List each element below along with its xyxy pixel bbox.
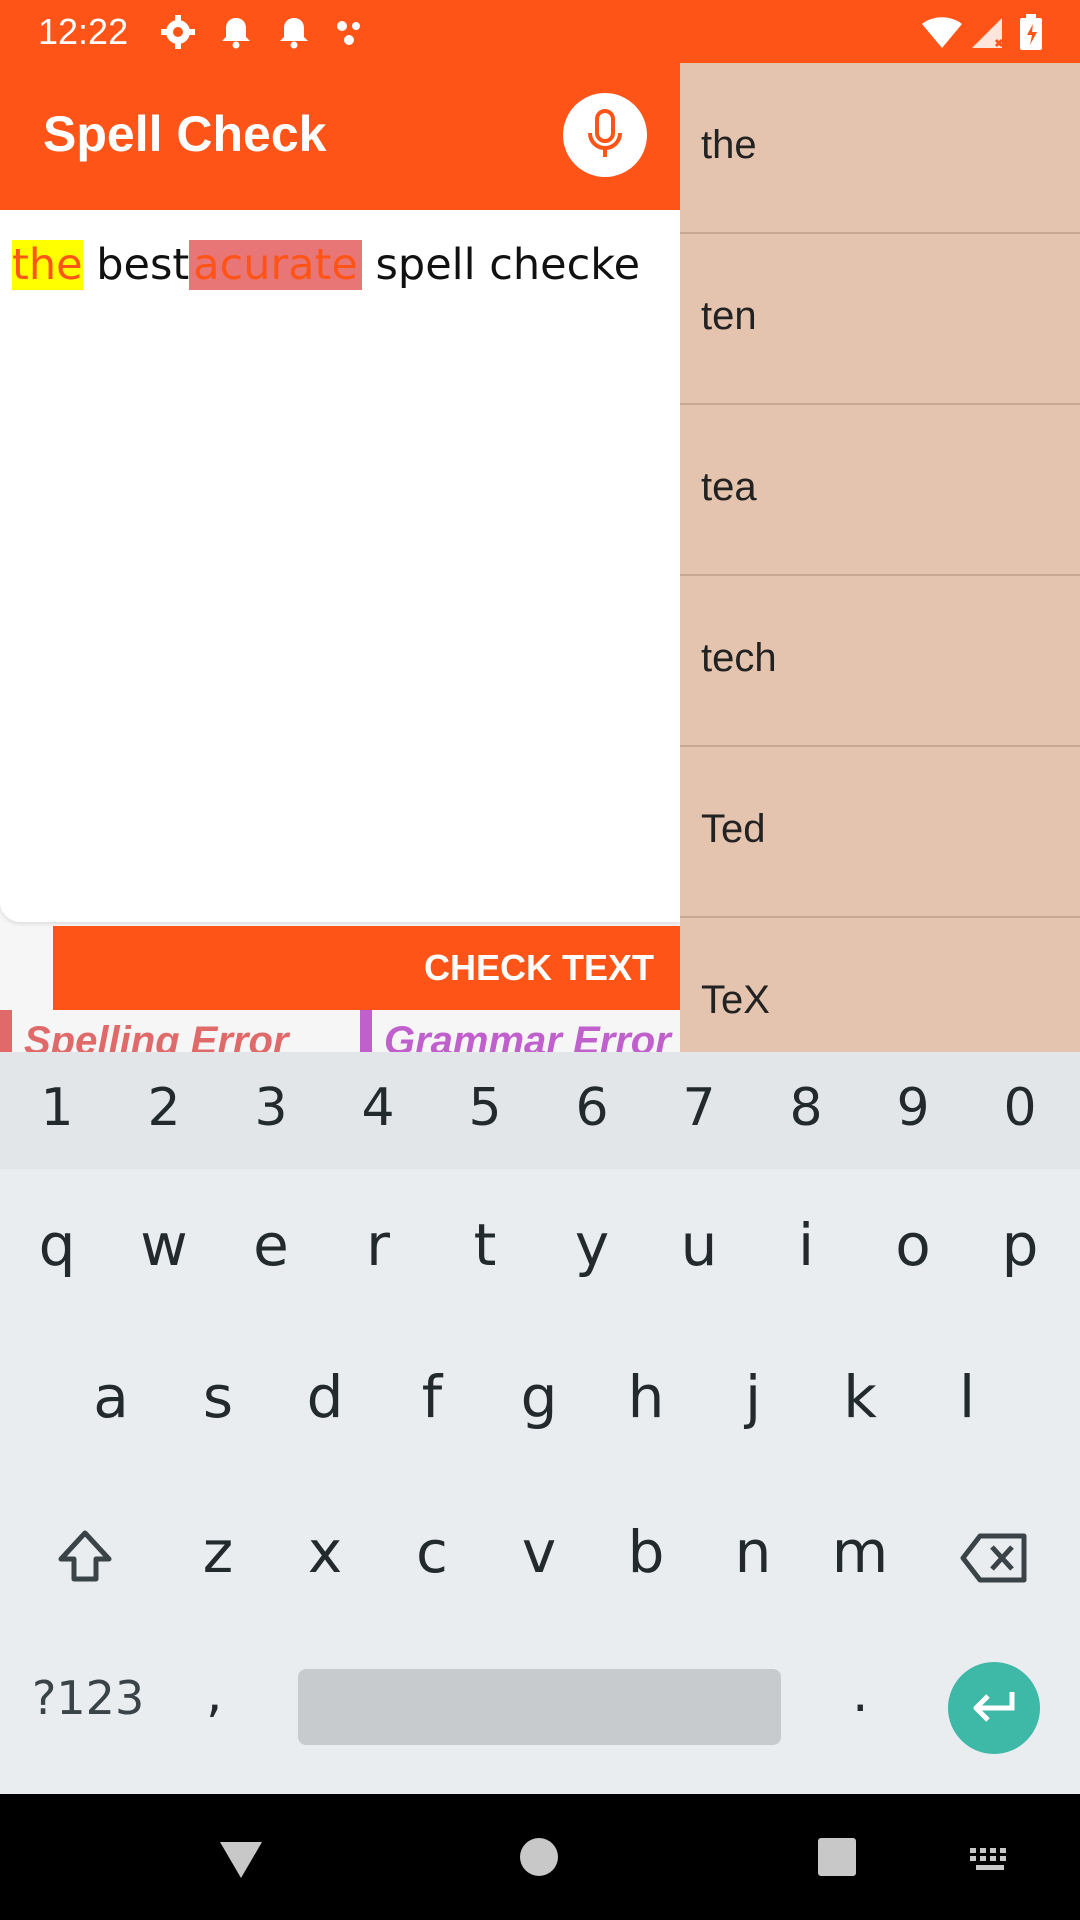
grammar-error-legend: Grammar Error <box>360 1010 680 1052</box>
key-f[interactable]: f <box>392 1362 472 1432</box>
key-d[interactable]: d <box>285 1362 365 1432</box>
suggestion-item[interactable]: tech <box>680 576 1080 747</box>
key-p[interactable]: p <box>980 1210 1060 1280</box>
suggestion-label: ten <box>701 294 757 338</box>
key-8[interactable]: 8 <box>776 1076 836 1140</box>
key-g[interactable]: g <box>499 1362 579 1432</box>
app-title: Spell Check <box>43 106 327 162</box>
navigation-bar <box>0 1794 1080 1920</box>
key-m[interactable]: m <box>820 1517 900 1587</box>
key-5[interactable]: 5 <box>455 1076 515 1140</box>
shift-key-icon[interactable] <box>55 1527 115 1587</box>
dots-icon <box>337 21 360 45</box>
enter-icon <box>973 1692 1015 1722</box>
key-4[interactable]: 4 <box>348 1076 408 1140</box>
notification-icon <box>222 18 250 49</box>
editor-word: spell checke <box>361 240 641 290</box>
key-u[interactable]: u <box>659 1210 739 1280</box>
keyboard-switch-icon[interactable] <box>968 1846 1012 1872</box>
status-bar: 12:22 <box>0 0 1080 63</box>
key-6[interactable]: 6 <box>562 1076 622 1140</box>
key-1[interactable]: 1 <box>27 1076 87 1140</box>
key-l[interactable]: l <box>927 1362 1007 1432</box>
home-icon[interactable] <box>518 1836 560 1878</box>
suggestion-item[interactable]: the <box>680 63 1080 234</box>
key-q[interactable]: q <box>17 1210 97 1280</box>
battery-icon <box>1020 14 1042 50</box>
suggestion-list: the ten tea tech Ted TeX <box>680 63 1080 1052</box>
suggestion-label: the <box>701 123 757 167</box>
key-e[interactable]: e <box>231 1210 311 1280</box>
suggestion-label: Ted <box>701 807 766 851</box>
settings-icon <box>161 15 195 49</box>
notification-icon <box>280 18 308 49</box>
backspace-key-icon[interactable] <box>960 1532 1030 1584</box>
suggestion-item[interactable]: ten <box>680 234 1080 405</box>
signal-icon <box>972 18 1004 48</box>
key-k[interactable]: k <box>820 1362 900 1432</box>
status-time: 12:22 <box>38 11 129 52</box>
key-9[interactable]: 9 <box>883 1076 943 1140</box>
highlighted-word[interactable]: the <box>12 240 83 290</box>
microphone-icon <box>588 109 622 157</box>
key-r[interactable]: r <box>338 1210 418 1280</box>
key-y[interactable]: y <box>552 1210 632 1280</box>
symbols-key[interactable]: ?123 <box>32 1670 144 1726</box>
editor-text[interactable]: the bestacurate spell checke <box>12 236 640 294</box>
key-n[interactable]: n <box>713 1517 793 1587</box>
key-h[interactable]: h <box>606 1362 686 1432</box>
number-row: 1 2 3 4 5 6 7 8 9 0 <box>0 1052 1080 1169</box>
check-text-label: CHECK TEXT <box>423 947 654 988</box>
key-7[interactable]: 7 <box>669 1076 729 1140</box>
key-s[interactable]: s <box>178 1362 258 1432</box>
recents-icon[interactable] <box>816 1836 858 1878</box>
soft-keyboard: 1 2 3 4 5 6 7 8 9 0 q w e r t y u i o p … <box>0 1052 1080 1794</box>
editor-word: best <box>82 240 190 290</box>
check-text-button[interactable]: CHECK TEXT <box>53 926 680 1010</box>
key-v[interactable]: v <box>499 1517 579 1587</box>
comma-key[interactable]: , <box>206 1664 223 1724</box>
key-0[interactable]: 0 <box>990 1076 1050 1140</box>
suggestion-label: tech <box>701 636 777 680</box>
key-w[interactable]: w <box>124 1210 204 1280</box>
text-editor[interactable]: the bestacurate spell checke <box>0 210 680 922</box>
key-i[interactable]: i <box>766 1210 846 1280</box>
key-j[interactable]: j <box>713 1362 793 1432</box>
wifi-icon <box>922 17 962 48</box>
key-3[interactable]: 3 <box>241 1076 301 1140</box>
period-key[interactable]: . <box>852 1664 869 1724</box>
space-key[interactable] <box>298 1669 781 1745</box>
key-b[interactable]: b <box>606 1517 686 1587</box>
key-2[interactable]: 2 <box>134 1076 194 1140</box>
key-o[interactable]: o <box>873 1210 953 1280</box>
suggestion-item[interactable]: tea <box>680 405 1080 576</box>
enter-key[interactable] <box>948 1662 1040 1754</box>
key-z[interactable]: z <box>178 1517 258 1587</box>
suggestion-item[interactable]: Ted <box>680 747 1080 918</box>
back-icon[interactable] <box>216 1838 266 1882</box>
spelling-error-legend: Spelling Error <box>0 1010 352 1052</box>
suggestion-label: tea <box>701 465 757 509</box>
suggestion-label: TeX <box>701 978 770 1022</box>
key-c[interactable]: c <box>392 1517 472 1587</box>
voice-input-button[interactable] <box>563 93 647 177</box>
key-x[interactable]: x <box>285 1517 365 1587</box>
key-t[interactable]: t <box>445 1210 525 1280</box>
misspelled-word[interactable]: acurate <box>189 240 362 290</box>
key-a[interactable]: a <box>71 1362 151 1432</box>
suggestion-item[interactable]: TeX <box>680 918 1080 1052</box>
